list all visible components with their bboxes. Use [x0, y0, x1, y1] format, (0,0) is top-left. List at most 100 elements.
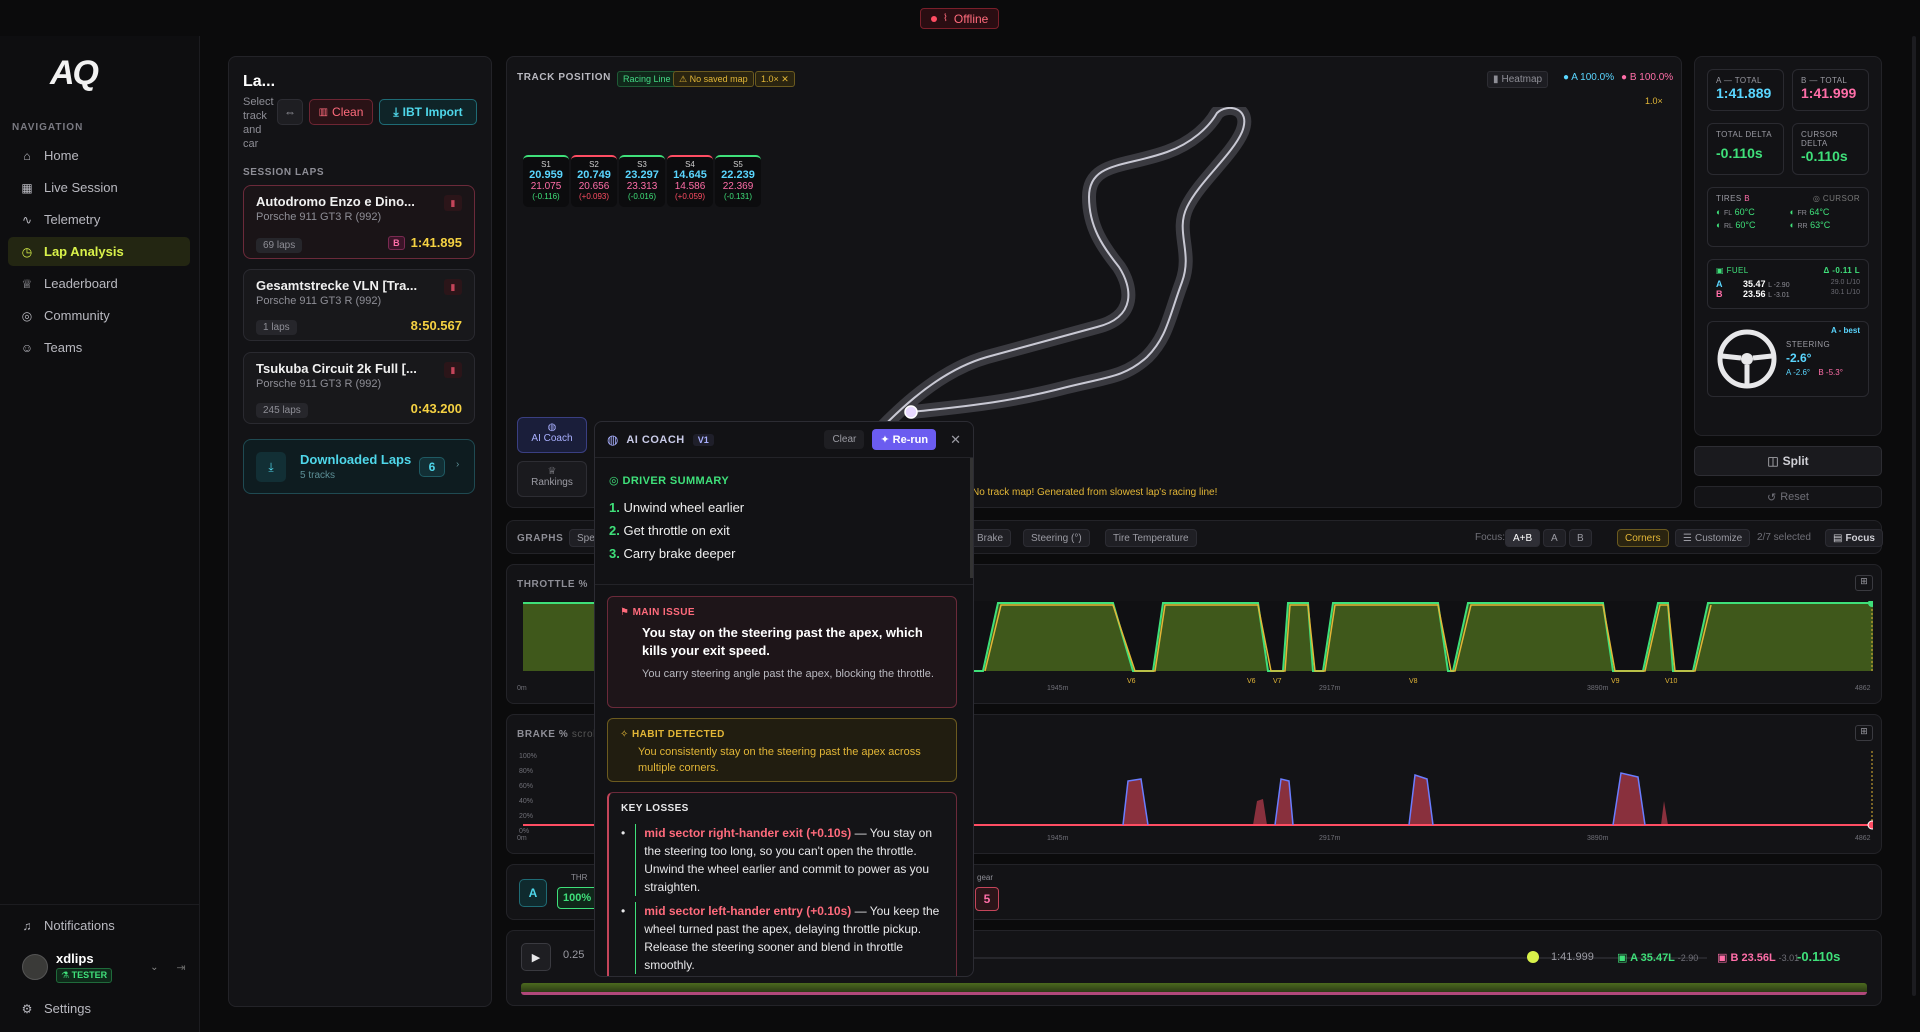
nav-heading: NAVIGATION	[12, 122, 84, 133]
zoom-chip[interactable]: 1.0× ✕	[755, 71, 795, 87]
racing-line-chip[interactable]: Racing Line	[617, 71, 677, 87]
customize-button[interactable]: ☰ Customize	[1675, 529, 1751, 547]
lap-card[interactable]: Tsukuba Circuit 2k Full [... Porsche 911…	[243, 352, 475, 424]
playback-speed[interactable]: 0.25	[563, 949, 584, 961]
delete-lap-icon[interactable]: ▮	[444, 362, 462, 378]
tires-b: B	[1744, 194, 1750, 203]
no-map-chip: ⚠ No saved map	[673, 71, 754, 87]
thr-label: THR	[571, 873, 588, 882]
ai-coach-title: AI COACH	[626, 433, 685, 446]
downloaded-laps-card[interactable]: ⤓ Downloaded Laps 5 tracks 6 ›	[243, 439, 475, 494]
ai-coach-panel: ◍ AI COACH V1 Clear ✦ Re-run ✕ ◎ DRIVER …	[594, 421, 974, 977]
swap-icon[interactable]: ⇔	[277, 99, 303, 125]
car-position-marker[interactable]	[904, 405, 918, 419]
flag-icon: ⚑	[620, 607, 630, 618]
notifications-label: Notifications	[44, 918, 115, 933]
top-bar: ⌇ Offline	[0, 0, 1920, 36]
summary-text: Carry brake deeper	[623, 546, 736, 561]
download-icon: ⤓	[256, 452, 286, 482]
notifications-button[interactable]: ♫ Notifications	[8, 911, 190, 940]
activity-icon: ∿	[21, 212, 33, 227]
habit-card: ✧ HABIT DETECTED You consistently stay o…	[607, 718, 957, 782]
sector-name: S4	[685, 160, 695, 169]
sector-a: 20.959	[529, 169, 563, 181]
fuel-b-rate: 30.1 L/10	[1830, 289, 1860, 296]
page-scrollbar[interactable]	[1912, 36, 1916, 996]
nav-label: Home	[44, 148, 79, 163]
sector-name: S1	[541, 160, 551, 169]
lap-card[interactable]: Autodromo Enzo e Dino... Porsche 911 GT3…	[243, 185, 475, 259]
clean-button[interactable]: ▥ Clean	[309, 99, 373, 125]
lap-card[interactable]: Gesamtstrecke VLN [Tra... Porsche 911 GT…	[243, 269, 475, 341]
playback-thumb[interactable]	[1527, 951, 1539, 963]
rerun-button[interactable]: ✦ Re-run	[872, 429, 937, 450]
nav-item-live-session[interactable]: ▦ Live Session	[8, 173, 190, 202]
sector-delta: (-0.131)	[723, 192, 752, 201]
split-button[interactable]: ◫ Split	[1694, 446, 1882, 476]
subtitle-line: and	[243, 124, 262, 136]
heatmap-button[interactable]: ▮ Heatmap	[1487, 71, 1549, 88]
corners-button[interactable]: Corners	[1617, 529, 1669, 547]
logout-icon[interactable]: ⇥	[176, 961, 185, 974]
nav-item-home[interactable]: ⌂ Home	[8, 141, 190, 170]
lap-count: 69 laps	[256, 238, 303, 253]
focus-btn-label: Focus	[1845, 532, 1875, 544]
nav-item-teams[interactable]: ☺ Teams	[8, 333, 190, 362]
nav-item-lap-analysis[interactable]: ◷ Lap Analysis	[8, 237, 190, 266]
corner-label: V8	[1409, 678, 1418, 685]
tire-pos: FL	[1723, 210, 1733, 217]
reset-button[interactable]: ↺ Reset	[1694, 486, 1882, 508]
lap-car: Porsche 911 GT3 R (992)	[256, 378, 382, 390]
nav-item-community[interactable]: ◎ Community	[8, 301, 190, 330]
nav-item-leaderboard[interactable]: ♕ Leaderboard	[8, 269, 190, 298]
expand-icon[interactable]: ⊞	[1855, 575, 1873, 591]
corner-label: V9	[1611, 678, 1620, 685]
download-icon: ⤓	[393, 104, 399, 119]
steering-wheel-icon	[1717, 329, 1777, 389]
stat-value: -0.110s	[1716, 145, 1763, 161]
expand-icon[interactable]: ⊞	[1855, 725, 1873, 741]
app-logo[interactable]: AQ	[50, 54, 99, 93]
settings-button[interactable]: ⚙ Settings	[8, 994, 190, 1023]
tester-badge: ⚗ TESTER	[56, 968, 113, 983]
tab-brake[interactable]: Brake	[969, 529, 1012, 547]
delete-lap-icon[interactable]: ▮	[444, 279, 462, 295]
focus-b[interactable]: B	[1569, 529, 1592, 547]
sector-a: 14.645	[673, 169, 707, 181]
play-button[interactable]: ▶	[521, 943, 551, 971]
loss-item: • mid sector left-hander entry (+0.10s) …	[621, 902, 944, 974]
chevron-down-icon[interactable]: ⌄	[150, 962, 158, 973]
summary-list: 1. Unwind wheel earlier 2. Get throttle …	[609, 496, 744, 565]
loss-item: • mid sector right-hander exit (+0.10s) …	[621, 824, 944, 896]
lap-timeline[interactable]	[521, 983, 1867, 995]
focus-button[interactable]: ▤ Focus	[1825, 529, 1883, 547]
lap-time: 8:50.567	[410, 318, 462, 333]
focus-a[interactable]: A	[1543, 529, 1566, 547]
rerun-label: Re-run	[892, 434, 929, 446]
playback-time: 1:41.999	[1551, 951, 1594, 963]
stats-panel: A — TOTAL 1:41.889 B — TOTAL 1:41.999 TOTA…	[1694, 56, 1882, 436]
lap-a-chip[interactable]: A	[519, 879, 547, 907]
close-icon[interactable]: ✕	[950, 432, 961, 448]
ibt-import-button[interactable]: ⤓ IBT Import	[379, 99, 477, 125]
home-icon: ⌂	[23, 148, 31, 163]
user-menu[interactable]: xdlips ⚗ TESTER ⌄ ⇥	[22, 951, 186, 983]
sector-delta: (-0.016)	[627, 192, 656, 201]
rankings-label: Rankings	[531, 477, 573, 488]
focus-ab[interactable]: A+B	[1505, 529, 1541, 547]
corner-label: V7	[1273, 678, 1282, 685]
clean-label: Clean	[332, 105, 364, 119]
split-icon: ◫	[1767, 454, 1779, 468]
delete-lap-icon[interactable]: ▮	[444, 195, 462, 211]
tab-tire-temperature[interactable]: Tire Temperature	[1105, 529, 1197, 547]
nav-item-telemetry[interactable]: ∿ Telemetry	[8, 205, 190, 234]
summary-item: 2. Get throttle on exit	[609, 523, 730, 538]
ai-coach-button[interactable]: ◍ AI Coach	[517, 417, 587, 453]
summary-heading: ◎ DRIVER SUMMARY	[609, 474, 729, 487]
rankings-button[interactable]: ♕ Rankings	[517, 461, 587, 497]
clear-button[interactable]: Clear	[824, 430, 865, 449]
main-issue-card: ⚑ MAIN ISSUE You stay on the steering pa…	[607, 596, 957, 708]
scrollbar[interactable]	[970, 458, 973, 578]
tab-steering[interactable]: Steering (°)	[1023, 529, 1090, 547]
customize-label: Customize	[1694, 532, 1743, 544]
